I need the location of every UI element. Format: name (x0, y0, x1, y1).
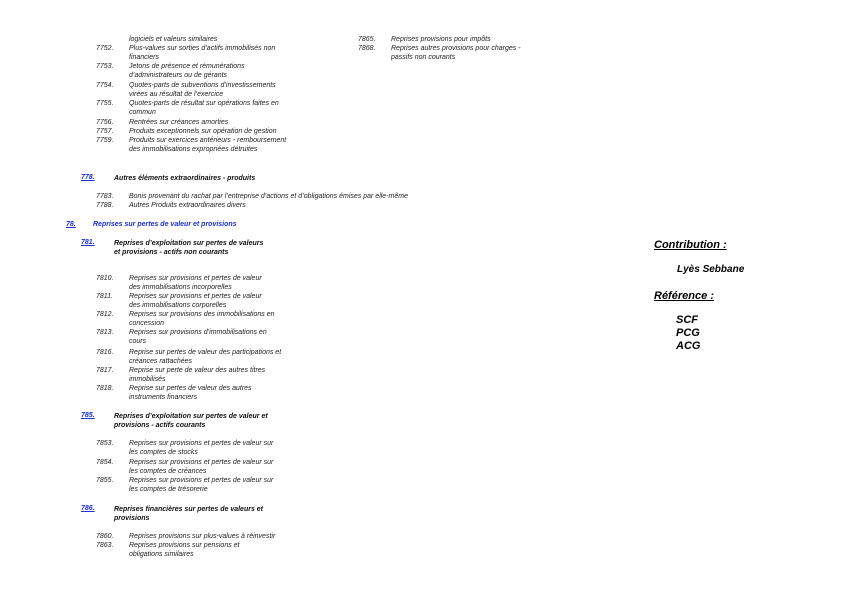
section-code-785: 785. (81, 412, 95, 419)
list-item: Plus-values sur sorties d’actifs immobil… (129, 45, 276, 61)
section-title-786: Reprises financières sur pertes de valeu… (114, 506, 264, 522)
list-item: Reprises sur provisions d’immobilisation… (129, 329, 267, 345)
reference-item: PCG (676, 327, 700, 339)
reference-item: SCF (676, 314, 698, 326)
item-code: 7812. (96, 311, 114, 318)
list-item: Reprises sur provisions et pertes de val… (129, 275, 262, 291)
list-item: Jetons de présence et rémunérations d’ad… (129, 63, 245, 79)
list-item: Reprises provisions sur plus-values à ré… (129, 533, 276, 540)
section-title-78: Reprises sur pertes de valeur et provisi… (93, 221, 237, 228)
item-code: 7853. (96, 440, 114, 447)
list-item: Produits sur exercices antérieurs - remb… (129, 137, 287, 153)
list-item: Autres Produits extraordinaires divers (129, 202, 246, 209)
item-code: 7863. (96, 542, 114, 549)
list-item: Reprises autres provisions pour charges … (391, 45, 521, 61)
item-code: 7752. (96, 45, 114, 52)
item-code: 7759. (96, 137, 114, 144)
list-item: Rentrées sur créances amorties (129, 119, 229, 126)
item-code: 7865. (358, 36, 376, 43)
reference-list: SCF PCG ACG (676, 314, 700, 353)
section-code-778: 778. (81, 174, 95, 181)
list-item: Reprises sur provisions des immobilisati… (129, 311, 275, 327)
reference-heading: Référence : (654, 290, 714, 302)
reference-item: ACG (676, 340, 701, 352)
item-code: 7783. (96, 193, 114, 200)
section-code-781: 781. (81, 239, 95, 246)
list-item: Quotes-parts de résultat sur opérations … (129, 100, 279, 116)
section-title-778: Autres éléments extraordinaires - produi… (114, 175, 256, 182)
list-item: Reprises sur provisions et pertes de val… (129, 459, 274, 475)
list-item: Reprises sur provisions et pertes de val… (129, 293, 262, 309)
item-code: 7860. (96, 533, 114, 540)
item-code: 7868. (358, 45, 376, 52)
contribution-heading: Contribution : (654, 239, 727, 251)
list-item: Reprise sur pertes de valeur des autres … (129, 385, 252, 401)
list-item: Reprises sur provisions et pertes de val… (129, 477, 274, 493)
item-code: 7754. (96, 82, 114, 89)
item-code: 7756. (96, 119, 114, 126)
contributor-name: Lyès Sebbane (677, 264, 745, 275)
list-item: Reprise sur perte de valeur des autres t… (129, 367, 266, 383)
item-code: 7811. (96, 293, 113, 300)
item-code: 7816. (96, 349, 114, 356)
list-item: Reprise sur pertes de valeur des partici… (129, 349, 282, 365)
section-code-78: 78. (66, 221, 76, 228)
section-title-781: Reprises d’exploitation sur pertes de va… (114, 240, 264, 256)
item-code: 7813. (96, 329, 114, 336)
list-item: Reprises provisions sur pensions et obli… (129, 542, 240, 558)
item-code: 7855. (96, 477, 114, 484)
section-code-786: 786. (81, 505, 95, 512)
list-item: Produits exceptionnels sur opération de … (129, 128, 277, 135)
list-item: Quotes-parts de subventions d’investisse… (129, 82, 276, 98)
list-item: Bonis provenant du rachat par l’entrepri… (129, 193, 408, 200)
item-code: 7788. (96, 202, 114, 209)
item-code: 7818. (96, 385, 114, 392)
list-item: Reprises provisions pour impôts (391, 36, 491, 43)
item-code: 7755. (96, 100, 114, 107)
list-item: logiciels et valeurs similaires (129, 36, 218, 43)
section-title-785: Reprises d’exploitation sur pertes de va… (114, 413, 268, 429)
item-code: 7817. (96, 367, 114, 374)
item-code: 7810. (96, 275, 114, 282)
list-item: Reprises sur provisions et pertes de val… (129, 440, 274, 456)
item-code: 7753. (96, 63, 114, 70)
item-code: 7854. (96, 459, 114, 466)
item-code: 7757. (96, 128, 114, 135)
